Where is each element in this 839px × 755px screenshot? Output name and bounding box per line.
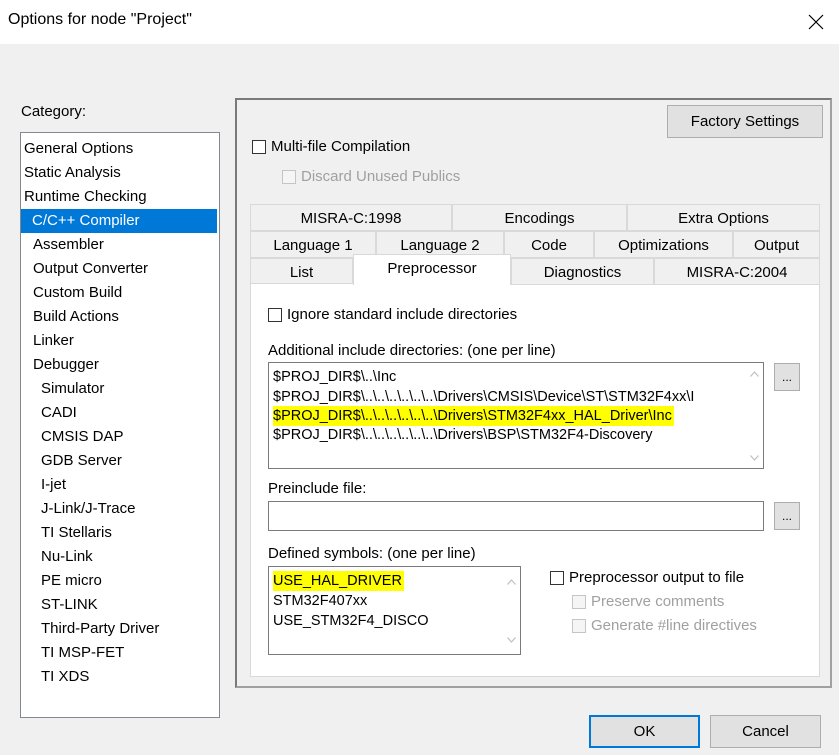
category-item-third-party-driver[interactable]: Third-Party Driver <box>21 617 159 641</box>
checkbox-box <box>252 139 266 154</box>
defined-symbols-label: Defined symbols: (one per line) <box>268 545 476 562</box>
checkbox-box <box>572 594 586 609</box>
category-item-pe-micro[interactable]: PE micro <box>21 569 102 593</box>
category-item-output-converter[interactable]: Output Converter <box>21 257 148 281</box>
symbol-line: USE_STM32F4_DISCO <box>273 613 429 629</box>
tab-extra-options[interactable]: Extra Options <box>627 204 820 231</box>
symbols-scrollbar[interactable] <box>503 567 520 654</box>
category-label: Category: <box>21 103 87 120</box>
pp-output-checkbox[interactable]: Preprocessor output to file <box>550 569 744 586</box>
generate-line-directives-checkbox[interactable]: Generate #line directives <box>572 617 757 634</box>
include-dirs-label: Additional include directories: (one per… <box>268 342 556 359</box>
preinclude-browse-button[interactable]: ... <box>774 502 800 530</box>
multi-file-compilation-checkbox[interactable]: Multi-file Compilation <box>252 138 410 155</box>
generate-line-directives-label: Generate #line directives <box>591 617 757 634</box>
include-dir-line: $PROJ_DIR$\..\..\..\..\..\..\Drivers\CMS… <box>273 389 695 405</box>
category-item-j-link[interactable]: J-Link/J-Trace <box>21 497 135 521</box>
tab-code[interactable]: Code <box>504 231 594 258</box>
cancel-button[interactable]: Cancel <box>710 715 821 748</box>
category-item-nu-link[interactable]: Nu-Link <box>21 545 93 569</box>
tab-misra-c-1998[interactable]: MISRA-C:1998 <box>250 204 452 231</box>
category-item-linker[interactable]: Linker <box>21 329 74 353</box>
category-item-simulator[interactable]: Simulator <box>21 377 104 401</box>
checkbox-box <box>268 307 282 322</box>
include-dirs-browse-button[interactable]: ... <box>774 363 800 391</box>
include-dir-line: $PROJ_DIR$\..\..\..\..\..\..\Drivers\BSP… <box>273 427 653 443</box>
include-dirs-textarea[interactable]: $PROJ_DIR$\..\Inc $PROJ_DIR$\..\..\..\..… <box>268 362 764 469</box>
discard-unused-publics-label: Discard Unused Publics <box>301 168 461 185</box>
ignore-std-include-checkbox[interactable]: Ignore standard include directories <box>268 306 517 323</box>
checkbox-box <box>282 169 296 184</box>
preserve-comments-checkbox[interactable]: Preserve comments <box>572 593 724 610</box>
ignore-std-include-label: Ignore standard include directories <box>287 306 518 323</box>
category-item-custom-build[interactable]: Custom Build <box>21 281 122 305</box>
preinclude-input[interactable] <box>268 501 764 531</box>
multi-file-compilation-label: Multi-file Compilation <box>271 138 411 155</box>
preinclude-label: Preinclude file: <box>268 480 367 497</box>
pp-output-label: Preprocessor output to file <box>569 569 745 586</box>
category-item-cadi[interactable]: CADI <box>21 401 77 425</box>
window-title: Options for node "Project" <box>8 11 192 28</box>
category-list: General Options Static Analysis Runtime … <box>20 132 220 718</box>
factory-settings-button[interactable]: Factory Settings <box>667 105 823 138</box>
scroll-down-arrow-icon[interactable] <box>746 449 763 466</box>
include-dir-line: $PROJ_DIR$\..\Inc <box>273 369 397 385</box>
preserve-comments-label: Preserve comments <box>591 593 725 610</box>
category-item-build-actions[interactable]: Build Actions <box>21 305 119 329</box>
tab-encodings[interactable]: Encodings <box>452 204 627 231</box>
close-icon <box>808 14 824 30</box>
category-item-i-jet[interactable]: I-jet <box>21 473 66 497</box>
scroll-up-arrow-icon[interactable] <box>746 365 763 382</box>
category-item-cpp-compiler[interactable]: C/C++ Compiler <box>21 209 217 233</box>
checkbox-box <box>572 618 586 633</box>
category-item-general-options[interactable]: General Options <box>21 137 133 161</box>
category-item-ti-stellaris[interactable]: TI Stellaris <box>21 521 112 545</box>
scroll-down-arrow-icon[interactable] <box>503 631 520 648</box>
tab-output[interactable]: Output <box>733 231 820 258</box>
include-dir-line-highlighted: $PROJ_DIR$\..\..\..\..\..\..\Drivers\STM… <box>273 406 674 426</box>
tab-optimizations[interactable]: Optimizations <box>594 231 733 258</box>
close-button[interactable] <box>793 0 839 44</box>
tab-preprocessor[interactable]: Preprocessor <box>353 254 511 285</box>
tab-diagnostics[interactable]: Diagnostics <box>511 258 654 285</box>
scroll-up-arrow-icon[interactable] <box>503 573 520 590</box>
include-dirs-scrollbar[interactable] <box>746 363 763 468</box>
category-item-assembler[interactable]: Assembler <box>21 233 104 257</box>
category-item-ti-msp-fet[interactable]: TI MSP-FET <box>21 641 124 665</box>
category-item-st-link[interactable]: ST-LINK <box>21 593 98 617</box>
defined-symbols-textarea[interactable]: USE_HAL_DRIVER STM32F407xx USE_STM32F4_D… <box>268 566 521 655</box>
symbol-line-highlighted: USE_HAL_DRIVER <box>273 571 404 591</box>
checkbox-box <box>550 570 564 585</box>
ok-button[interactable]: OK <box>589 715 700 748</box>
category-item-gdb-server[interactable]: GDB Server <box>21 449 122 473</box>
category-item-debugger[interactable]: Debugger <box>21 353 99 377</box>
category-item-runtime-checking[interactable]: Runtime Checking <box>21 185 147 209</box>
discard-unused-publics-checkbox[interactable]: Discard Unused Publics <box>282 168 460 185</box>
category-item-ti-xds[interactable]: TI XDS <box>21 665 89 689</box>
category-item-static-analysis[interactable]: Static Analysis <box>21 161 121 185</box>
tab-list[interactable]: List <box>250 258 353 285</box>
symbol-line: STM32F407xx <box>273 593 368 609</box>
tab-misra-c-2004[interactable]: MISRA-C:2004 <box>654 258 820 285</box>
category-item-cmsis-dap[interactable]: CMSIS DAP <box>21 425 124 449</box>
